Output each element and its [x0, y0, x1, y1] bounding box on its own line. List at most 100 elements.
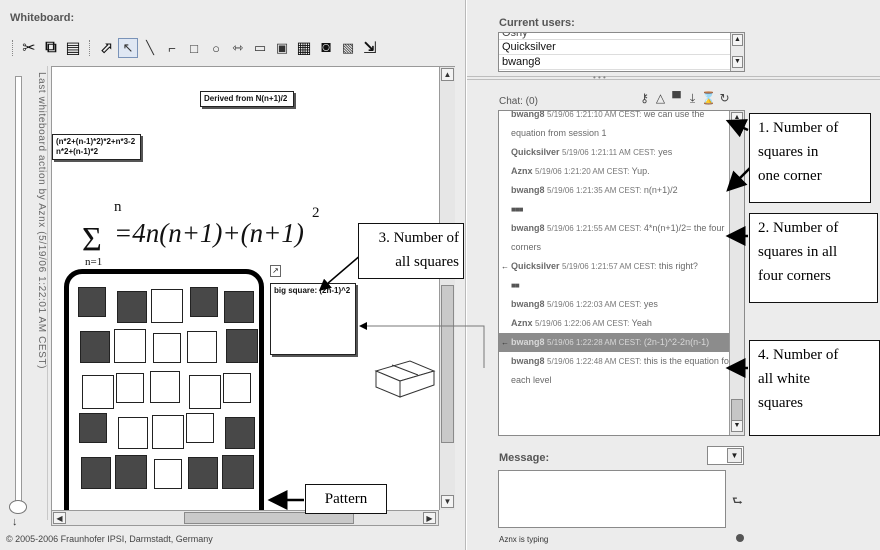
message-type-dropdown[interactable]: ▼: [707, 446, 744, 465]
message-text: this right?: [658, 261, 698, 271]
refresh-icon[interactable]: ↻: [717, 91, 732, 106]
message-timestamp: 5/19/06 1:21:55 AM CEST:: [547, 224, 642, 233]
resize-handle-icon[interactable]: ↗: [270, 265, 281, 277]
hourglass-icon[interactable]: ⌛: [701, 91, 716, 106]
users-list[interactable]: Osny Quicksilver bwang8: [498, 32, 745, 72]
image-tool-icon[interactable]: ▦: [294, 38, 314, 58]
splitter-grip-icon[interactable]: • • •: [593, 73, 606, 82]
white-square: [187, 331, 217, 363]
white-square: [114, 329, 146, 363]
chevron-down-icon[interactable]: ▼: [727, 448, 742, 463]
lasso-select-icon[interactable]: ⬀: [96, 38, 116, 58]
chat-message: Aznx 5/19/06 1:22:06 AM CEST: Yeah: [499, 314, 744, 333]
message-label: Message:: [499, 452, 550, 464]
scroll-up-icon[interactable]: ▲: [732, 34, 743, 46]
chat-message: ← bwang8 5/19/06 1:22:28 AM CEST: (2n-1)^…: [499, 333, 744, 352]
panel-splitter[interactable]: [467, 76, 880, 80]
note-formula[interactable]: (n*2+(n-1)*2)*2+n*3-2 n*2+(n-1)*2: [52, 134, 141, 160]
scroll-down-icon[interactable]: ▼: [732, 56, 743, 68]
message-author: bwang8: [511, 223, 545, 233]
callout-line: squares in: [758, 144, 819, 160]
scroll-down-icon[interactable]: ▼: [441, 495, 454, 508]
user-item[interactable]: bwang8: [499, 55, 744, 70]
text-tool-icon[interactable]: ▣: [272, 38, 292, 58]
handwritten-sum: n Σ n=1 =4n(n+1)+(n+1) 2: [82, 199, 320, 268]
board-icon[interactable]: ▀: [669, 91, 684, 106]
file-tool-icon[interactable]: ▧: [338, 38, 358, 58]
message-author: Quicksilver: [511, 147, 560, 157]
note-tool-icon[interactable]: ▭: [250, 38, 270, 58]
message-timestamp: 5/19/06 1:21:57 AM CEST:: [562, 262, 657, 271]
chat-log[interactable]: bwang8 5/19/06 1:21:10 AM CEST: we can u…: [498, 110, 745, 436]
note-derived-text: Derived from N(n+1)/2: [204, 94, 288, 103]
message-author: Aznx: [511, 166, 533, 176]
timeline-down-icon[interactable]: ↓: [12, 516, 18, 528]
dark-square: [188, 457, 218, 489]
callout-line: squares in all: [758, 244, 838, 260]
user-item[interactable]: Osny: [499, 33, 744, 40]
ellipse-tool-icon[interactable]: ○: [206, 38, 226, 58]
scroll-up-icon[interactable]: ▲: [731, 112, 743, 124]
connect-tool-icon[interactable]: ⇲: [360, 38, 380, 58]
timeline-slider-knob[interactable]: [9, 500, 27, 514]
callout-line: one corner: [758, 168, 822, 184]
message-timestamp: 5/19/06 1:21:11 AM CEST:: [562, 148, 656, 157]
copyright-footer: © 2005-2006 Fraunhofer IPSI, Darmstadt, …: [6, 534, 213, 544]
sum-upper-limit: n: [114, 199, 122, 215]
scroll-up-icon[interactable]: ▲: [441, 68, 454, 81]
connector-tool-icon[interactable]: ⌐: [162, 38, 182, 58]
user-item[interactable]: Quicksilver: [499, 40, 744, 55]
rectangle-tool-icon[interactable]: □: [184, 38, 204, 58]
chat-scrollbar[interactable]: ▲ ▼: [729, 111, 744, 435]
chat-message: ← Quicksilver 5/19/06 1:21:57 AM CEST: th…: [499, 257, 744, 276]
chat-message: bwang8 5/19/06 1:21:10 AM CEST: we can u…: [499, 111, 744, 143]
whiteboard-canvas[interactable]: Derived from N(n+1)/2 (n*2+(n-1)*2)*2+n*…: [51, 66, 439, 510]
note-big-square[interactable]: big square: (2n-1)^2: [270, 283, 356, 355]
message-text: ■■■: [511, 205, 523, 214]
message-text: yes: [658, 147, 673, 157]
white-square: [150, 371, 180, 403]
key-icon[interactable]: ⚷: [637, 91, 652, 106]
copy-icon[interactable]: ⧉: [41, 38, 61, 58]
sigma-symbol: Σ: [82, 221, 102, 258]
users-scrollbar[interactable]: ▲ ▼: [730, 33, 744, 71]
timeline-slider-track[interactable]: [15, 76, 22, 506]
camera-tool-icon[interactable]: ◙: [316, 38, 336, 58]
canvas-vscroll-thumb[interactable]: [441, 285, 454, 443]
message-author: bwang8: [511, 337, 545, 347]
white-square: [82, 375, 114, 409]
callout-line: all white: [758, 371, 811, 387]
callout-line: four corners: [758, 268, 831, 284]
white-square: [223, 373, 251, 403]
canvas-vertical-scrollbar[interactable]: ▲ ▼: [439, 66, 455, 510]
whiteboard-toolbar: ✂ ⧉ ▤ ⬀ ↖ ╲ ⌐ □ ○ ⇿ ▭ ▣ ▦ ◙ ▧ ⇲: [8, 36, 460, 60]
message-marker-icon: ←: [501, 262, 509, 271]
dark-square: [79, 413, 107, 443]
message-text: yes: [643, 299, 658, 309]
cut-icon[interactable]: ✂: [19, 38, 39, 58]
sum-expression: =4n(n+1)+(n+1): [114, 218, 304, 248]
dark-square: [225, 417, 255, 449]
sum-exponent: 2: [312, 205, 320, 221]
callout-all-squares: 3. Number of all squares: [358, 223, 464, 279]
download-icon[interactable]: ⤓: [685, 91, 700, 106]
callout-pattern: Pattern: [305, 484, 387, 514]
note-big-square-text: big square: (2n-1)^2: [274, 286, 351, 295]
arrow-tool-icon[interactable]: ⇿: [228, 38, 248, 58]
triangle-icon[interactable]: △: [653, 91, 668, 106]
note-derived[interactable]: Derived from N(n+1)/2: [200, 91, 294, 107]
message-input[interactable]: [498, 470, 726, 528]
scroll-left-icon[interactable]: ◀: [53, 512, 66, 524]
line-tool-icon[interactable]: ╲: [140, 38, 160, 58]
white-square: [118, 417, 148, 449]
pointer-select-icon[interactable]: ↖: [118, 38, 138, 58]
whiteboard-title: Whiteboard:: [10, 12, 75, 24]
message-timestamp: 5/19/06 1:22:28 AM CEST:: [547, 338, 642, 347]
message-text: n(n+1)/2: [643, 185, 678, 195]
paste-icon[interactable]: ▤: [63, 38, 83, 58]
dark-square: [117, 291, 147, 323]
scroll-down-icon[interactable]: ▼: [731, 420, 743, 432]
scroll-right-icon[interactable]: ▶: [423, 512, 436, 524]
chat-scroll-thumb[interactable]: [731, 399, 743, 421]
send-icon[interactable]: ⮑: [732, 492, 743, 513]
